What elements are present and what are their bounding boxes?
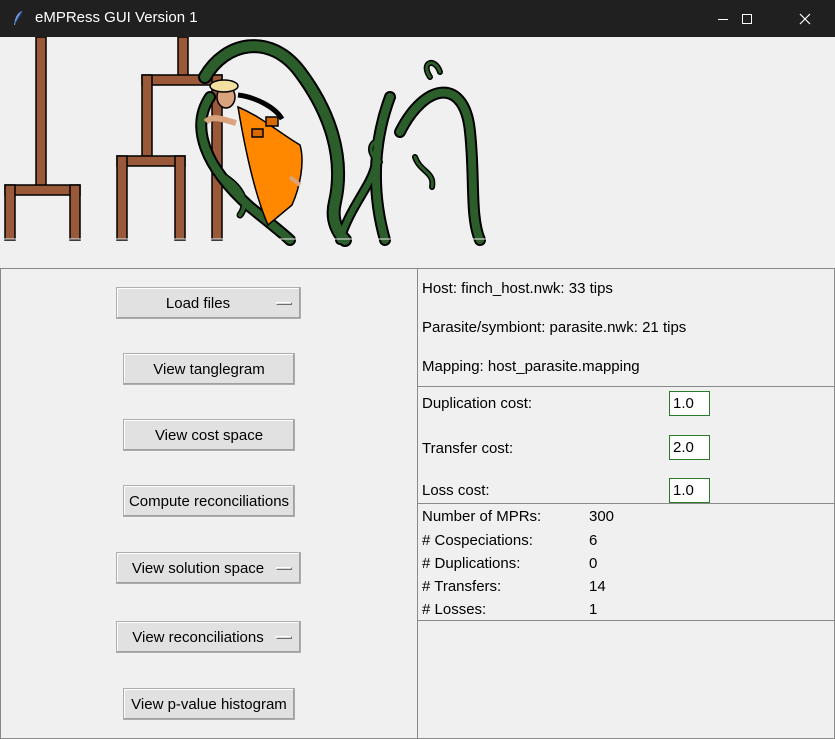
view-tanglegram-button[interactable]: View tanglegram — [123, 353, 295, 385]
dropdown-indicator-icon — [276, 301, 292, 305]
result-value: 6 — [589, 532, 598, 549]
close-icon — [799, 13, 811, 24]
view-solution-space-menubutton[interactable]: View solution space — [116, 552, 301, 584]
result-label: # Duplications: — [422, 555, 521, 572]
view-solution-space-label: View solution space — [131, 559, 265, 577]
view-pvalue-histogram-button[interactable]: View p-value histogram — [123, 688, 295, 720]
result-label: # Losses: — [422, 601, 487, 618]
load-files-menubutton[interactable]: Load files — [116, 287, 301, 319]
loss-cost-input[interactable] — [669, 478, 710, 503]
view-cost-space-button[interactable]: View cost space — [123, 419, 295, 451]
transfer-cost-label: Transfer cost: — [422, 440, 514, 457]
duplication-cost-input[interactable] — [669, 391, 710, 416]
view-reconciliations-label: View reconciliations — [132, 628, 264, 646]
loss-cost-label: Loss cost: — [422, 482, 490, 499]
title-bar[interactable]: eMPRess GUI Version 1 — [0, 0, 835, 37]
costs-divider — [417, 503, 835, 504]
result-label: # Transfers: — [422, 578, 502, 595]
maximize-button[interactable] — [724, 0, 770, 37]
close-button[interactable] — [782, 0, 828, 37]
result-value: 0 — [589, 555, 598, 572]
dropdown-indicator-icon — [276, 566, 292, 570]
load-files-label: Load files — [165, 294, 231, 312]
host-file-info: Host: finch_host.nwk: 33 tips — [422, 280, 613, 297]
results-divider — [417, 620, 835, 621]
mapping-file-info: Mapping: host_parasite.mapping — [422, 358, 640, 375]
window-title: eMPRess GUI Version 1 — [35, 9, 198, 26]
maximize-icon — [742, 13, 752, 24]
view-reconciliations-menubutton[interactable]: View reconciliations — [116, 621, 301, 653]
dropdown-indicator-icon — [276, 635, 292, 639]
result-label: # Cospeciations: — [422, 532, 533, 549]
transfer-cost-input[interactable] — [669, 435, 710, 460]
parasite-file-info: Parasite/symbiont: parasite.nwk: 21 tips — [422, 319, 687, 336]
banner-illustration — [0, 36, 835, 267]
left-border — [0, 268, 1, 739]
feather-icon — [12, 10, 24, 30]
result-value: 1 — [589, 601, 598, 618]
result-label: Number of MPRs: — [422, 508, 542, 525]
files-divider — [417, 386, 835, 387]
compute-reconciliations-button[interactable]: Compute reconciliations — [123, 485, 295, 517]
result-value: 14 — [589, 578, 606, 595]
duplication-cost-label: Duplication cost: — [422, 395, 533, 412]
result-value: 300 — [589, 508, 615, 525]
